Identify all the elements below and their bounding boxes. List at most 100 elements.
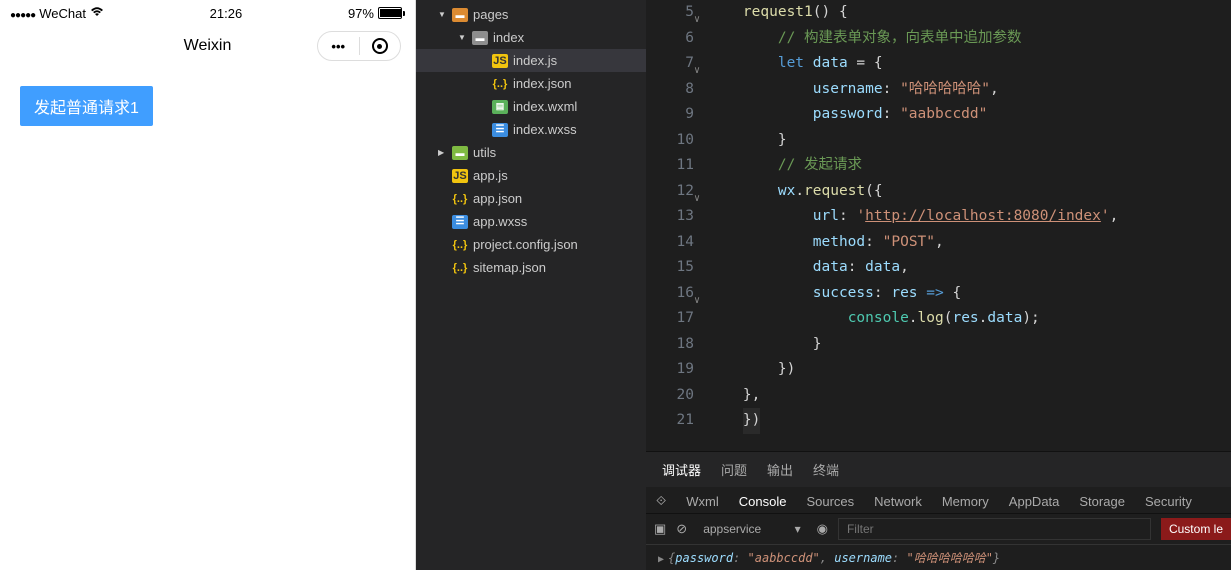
code-line[interactable]: username: "哈哈哈哈哈", bbox=[708, 77, 1231, 103]
signal-dots-icon bbox=[10, 6, 35, 21]
file-name: index.wxml bbox=[513, 99, 577, 114]
fold-icon[interactable]: ∨ bbox=[694, 58, 700, 84]
code-line[interactable]: success: res => { bbox=[708, 281, 1231, 307]
filter-input[interactable] bbox=[838, 518, 1151, 540]
code-line[interactable]: console.log(res.data); bbox=[708, 306, 1231, 332]
fold-icon[interactable]: ∨ bbox=[694, 288, 700, 314]
tree-arrow-icon[interactable] bbox=[438, 9, 452, 20]
tree-arrow-icon[interactable] bbox=[458, 32, 472, 43]
code-content[interactable]: request1() { // 构建表单对象，向表单中追加参数 let data… bbox=[708, 0, 1231, 451]
file-tree-item[interactable]: ▤index.wxml bbox=[416, 95, 646, 118]
code-line[interactable]: } bbox=[708, 128, 1231, 154]
code-line[interactable]: }, bbox=[708, 383, 1231, 409]
devtools-tab[interactable]: Security bbox=[1145, 494, 1192, 509]
folder-icon: ▬ bbox=[472, 31, 488, 45]
code-line[interactable]: data: data, bbox=[708, 255, 1231, 281]
execution-context-select[interactable]: appservice ▾ bbox=[697, 520, 806, 538]
code-line[interactable]: // 发起请求 bbox=[708, 153, 1231, 179]
js-icon: JS bbox=[492, 54, 508, 68]
file-tree-item[interactable]: ▬ pages bbox=[416, 3, 646, 26]
code-editor[interactable]: 5∨67∨89101112∨13141516∨1718192021 reques… bbox=[646, 0, 1231, 451]
debug-category-tabs[interactable]: 调试器 问题 输出 终端 bbox=[646, 452, 1231, 487]
file-name: utils bbox=[473, 145, 496, 160]
code-line[interactable]: }) bbox=[708, 357, 1231, 383]
file-name: app.js bbox=[473, 168, 508, 183]
devtools-tab[interactable]: Storage bbox=[1079, 494, 1125, 509]
console-output[interactable]: ▶{password: "aabbccdd", username: "哈哈哈哈哈… bbox=[646, 545, 1231, 570]
status-bar: WeChat 21:26 97% bbox=[0, 0, 415, 26]
file-name: index bbox=[493, 30, 524, 45]
file-name: index.wxss bbox=[513, 122, 577, 137]
fold-icon[interactable]: ∨ bbox=[694, 186, 700, 212]
file-name: index.json bbox=[513, 76, 572, 91]
devtools-tab[interactable]: Console bbox=[739, 494, 787, 509]
toggle-sidebar-icon[interactable]: ▣ bbox=[654, 521, 666, 537]
capsule-more-icon[interactable]: ••• bbox=[318, 39, 359, 54]
file-name: index.js bbox=[513, 53, 557, 68]
file-explorer[interactable]: ▬ pages ▬ index JS index.js {..} index.json ▤ind… bbox=[416, 0, 646, 570]
devtools-tab[interactable]: AppData bbox=[1009, 494, 1060, 509]
tree-arrow-icon[interactable] bbox=[438, 147, 452, 158]
devtools-tab[interactable]: Sources bbox=[806, 494, 854, 509]
devtools-tab[interactable]: Wxml bbox=[686, 494, 719, 509]
code-line[interactable]: password: "aabbccdd" bbox=[708, 102, 1231, 128]
file-name: project.config.json bbox=[473, 237, 578, 252]
file-tree-item[interactable]: ☰ app.wxss bbox=[416, 210, 646, 233]
code-line[interactable]: request1() { bbox=[708, 0, 1231, 26]
file-tree-item[interactable]: {..} project.config.json bbox=[416, 233, 646, 256]
wxss-icon: ☰ bbox=[452, 215, 468, 229]
debug-category-tab[interactable]: 输出 bbox=[767, 460, 793, 479]
fold-icon[interactable]: ∨ bbox=[694, 7, 700, 33]
json-icon: {..} bbox=[452, 238, 468, 252]
expand-arrow-icon[interactable]: ▶ bbox=[658, 554, 668, 565]
code-line[interactable]: }) bbox=[708, 408, 1231, 434]
wxss-icon: ☰ bbox=[492, 123, 508, 137]
file-name: pages bbox=[473, 7, 508, 22]
file-tree-item[interactable]: {..} index.json bbox=[416, 72, 646, 95]
file-tree-item[interactable]: JS app.js bbox=[416, 164, 646, 187]
file-tree-item[interactable]: {..}app.json bbox=[416, 187, 646, 210]
request-button[interactable]: 发起普通请求1 bbox=[20, 86, 153, 126]
file-tree-item[interactable]: JS index.js bbox=[416, 49, 646, 72]
phone-simulator: WeChat 21:26 97% Weixin ••• 发起普通请求1 bbox=[0, 0, 416, 570]
code-line[interactable]: wx.request({ bbox=[708, 179, 1231, 205]
code-line[interactable]: } bbox=[708, 332, 1231, 358]
live-expression-icon[interactable]: ◉ bbox=[817, 521, 828, 537]
debugger-panel: 调试器 问题 输出 终端 ⟐ Wxml Console Sources Network Memo… bbox=[646, 451, 1231, 570]
battery-icon bbox=[378, 7, 405, 19]
js-icon: JS bbox=[452, 169, 468, 183]
devtools-tabs[interactable]: ⟐ Wxml Console Sources Network Memory AppData S… bbox=[646, 487, 1231, 514]
file-name: app.wxss bbox=[473, 214, 527, 229]
file-name: sitemap.json bbox=[473, 260, 546, 275]
clear-console-icon[interactable]: ⊘ bbox=[676, 521, 687, 537]
debug-category-tab[interactable]: 调试器 bbox=[662, 460, 701, 479]
editor-area: 5∨67∨89101112∨13141516∨1718192021 reques… bbox=[646, 0, 1231, 570]
file-tree-item[interactable]: ▬utils bbox=[416, 141, 646, 164]
status-time: 21:26 bbox=[210, 6, 243, 21]
debug-category-tab[interactable]: 终端 bbox=[813, 460, 839, 479]
console-filter-bar: ▣ ⊘ appservice ▾ ◉ Custom le bbox=[646, 514, 1231, 545]
file-tree-item[interactable]: ☰ index.wxss bbox=[416, 118, 646, 141]
folder-o-icon: ▬ bbox=[452, 8, 468, 22]
carrier-label: WeChat bbox=[39, 6, 86, 21]
phone-page-body: 发起普通请求1 bbox=[0, 66, 415, 570]
log-levels-button[interactable]: Custom le bbox=[1161, 518, 1231, 540]
element-picker-icon[interactable]: ⟐ bbox=[656, 493, 666, 509]
devtools-tab[interactable]: Network bbox=[874, 494, 922, 509]
json-icon: {..} bbox=[452, 192, 468, 206]
devtools-tab[interactable]: Memory bbox=[942, 494, 989, 509]
code-line[interactable]: let data = { bbox=[708, 51, 1231, 77]
capsule-close-icon[interactable] bbox=[360, 38, 401, 54]
page-title: Weixin bbox=[184, 37, 232, 55]
file-tree-item[interactable]: {..}sitemap.json bbox=[416, 256, 646, 279]
code-line[interactable]: url: 'http://localhost:8080/index', bbox=[708, 204, 1231, 230]
debug-category-tab[interactable]: 问题 bbox=[721, 460, 747, 479]
code-line[interactable]: method: "POST", bbox=[708, 230, 1231, 256]
code-line[interactable]: // 构建表单对象，向表单中追加参数 bbox=[708, 26, 1231, 52]
json-icon: {..} bbox=[492, 77, 508, 91]
file-tree-item[interactable]: ▬ index bbox=[416, 26, 646, 49]
battery-percent: 97% bbox=[348, 6, 374, 21]
line-number-gutter: 5∨67∨89101112∨13141516∨1718192021 bbox=[646, 0, 708, 451]
capsule-menu[interactable]: ••• bbox=[317, 31, 401, 61]
wifi-icon bbox=[90, 6, 104, 20]
